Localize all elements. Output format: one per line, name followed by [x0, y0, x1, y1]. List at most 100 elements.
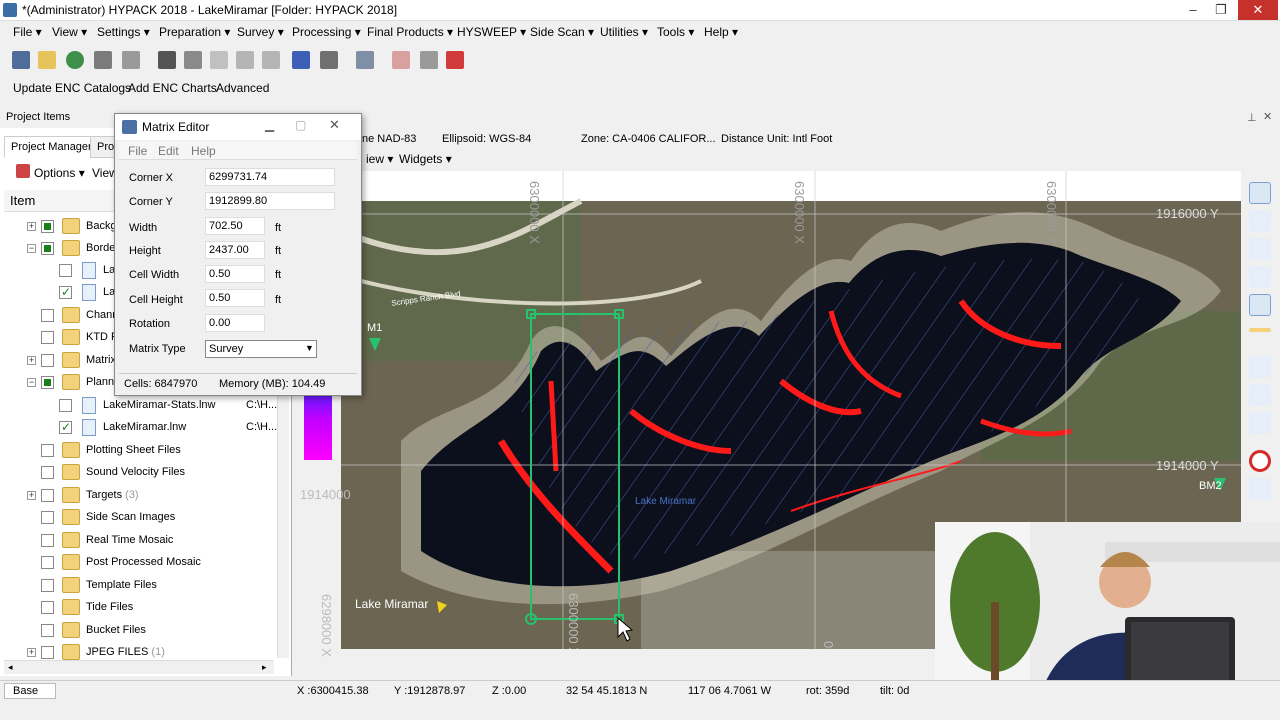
checkbox[interactable]: [41, 242, 54, 255]
menu-tools[interactable]: Tools ▾: [657, 25, 694, 39]
map-view-menu[interactable]: iew ▾: [366, 152, 393, 166]
menu-final-products[interactable]: Final Products ▾: [367, 25, 453, 39]
select-icon[interactable]: [1249, 266, 1271, 288]
menu-utilities[interactable]: Utilities ▾: [600, 25, 648, 39]
add-enc-charts-button[interactable]: Add ENC Charts: [128, 81, 217, 95]
tree-row-side-scan-images[interactable]: Side Scan Images: [0, 507, 288, 529]
checkbox[interactable]: [41, 556, 54, 569]
measure-icon[interactable]: [1249, 328, 1271, 332]
tree-horizontal-scrollbar[interactable]: ◂ ▸: [4, 660, 274, 674]
corner-y-input[interactable]: [205, 192, 335, 210]
tree-row-post-processed-mosaic[interactable]: Post Processed Mosaic: [0, 552, 288, 574]
menu-help[interactable]: Help ▾: [704, 25, 738, 39]
checkbox[interactable]: [41, 646, 54, 659]
tree-row-real-time-mosaic[interactable]: Real Time Mosaic: [0, 530, 288, 552]
pan-hand-icon[interactable]: [1249, 238, 1271, 260]
matrix-icon[interactable]: [292, 51, 310, 69]
sheets-icon[interactable]: [262, 51, 280, 69]
zoom-in-icon[interactable]: [1249, 210, 1271, 232]
expand-icon[interactable]: +: [27, 491, 36, 500]
edit-pen-icon[interactable]: [1249, 478, 1271, 500]
close-icon[interactable]: ✕: [329, 117, 340, 133]
cell-width-input[interactable]: [205, 265, 265, 283]
tree-row-template-files[interactable]: Template Files: [0, 575, 288, 597]
checkbox[interactable]: [59, 420, 72, 434]
menu-survey[interactable]: Survey ▾: [237, 25, 284, 39]
menu-settings[interactable]: Settings ▾: [97, 25, 150, 39]
scroll-right-icon[interactable]: ▸: [262, 662, 267, 673]
book-icon[interactable]: [236, 51, 254, 69]
tree-row-bucket-files[interactable]: Bucket Files: [0, 620, 288, 642]
tree-row-lnw[interactable]: LakeMiramar.lnw C:\H...: [0, 417, 288, 439]
checkbox[interactable]: [41, 220, 54, 233]
me-menu-help[interactable]: Help: [191, 144, 216, 158]
checkbox[interactable]: [41, 444, 54, 457]
menu-hysweep[interactable]: HYSWEEP ▾: [457, 25, 526, 39]
panel-close-icon[interactable]: ✕: [1263, 110, 1272, 123]
cell-height-input[interactable]: [205, 289, 265, 307]
checkbox[interactable]: [41, 511, 54, 524]
matrix-editor-titlebar[interactable]: Matrix Editor ▁ ▢ ✕: [115, 114, 361, 140]
update-enc-catalogs-button[interactable]: Update ENC Catalogs: [13, 81, 131, 95]
network-icon[interactable]: [356, 51, 374, 69]
rotate-icon[interactable]: [1249, 384, 1271, 406]
open-folder-icon[interactable]: [38, 51, 56, 69]
menu-view[interactable]: View ▾: [52, 25, 87, 39]
cut-icon[interactable]: [210, 51, 228, 69]
pen-icon[interactable]: [158, 51, 176, 69]
checkbox[interactable]: [59, 399, 72, 412]
width-input[interactable]: [205, 217, 265, 235]
pointer-icon[interactable]: [1249, 294, 1271, 316]
maximize-icon[interactable]: ▢: [295, 118, 306, 132]
corner-x-input[interactable]: [205, 168, 335, 186]
checkbox[interactable]: [41, 466, 54, 479]
height-input[interactable]: [205, 241, 265, 259]
tree-row-targets[interactable]: + Targets (3): [0, 485, 288, 507]
minimize-icon[interactable]: ▁: [265, 118, 274, 132]
checkbox[interactable]: [41, 331, 54, 344]
warning-icon[interactable]: [446, 51, 464, 69]
menu-file[interactable]: File ▾: [13, 25, 42, 39]
mail-icon[interactable]: [392, 51, 410, 69]
checkbox[interactable]: [59, 264, 72, 277]
save-icon[interactable]: [12, 51, 30, 69]
checkbox[interactable]: [41, 489, 54, 502]
widgets-menu[interactable]: Widgets ▾: [399, 152, 452, 166]
collapse-icon[interactable]: −: [27, 378, 36, 387]
tree-row-tide-files[interactable]: Tide Files: [0, 597, 288, 619]
tree-row-plotting-sheet[interactable]: Plotting Sheet Files: [0, 440, 288, 462]
rotation-input[interactable]: [205, 314, 265, 332]
options-menu[interactable]: Options ▾: [34, 166, 85, 180]
checkbox[interactable]: [59, 285, 72, 299]
checkbox[interactable]: [41, 309, 54, 322]
printer-icon[interactable]: [420, 51, 438, 69]
checkbox[interactable]: [41, 579, 54, 592]
advanced-button[interactable]: Advanced: [216, 81, 269, 95]
checkbox[interactable]: [41, 624, 54, 637]
tree-row-sound-velocity[interactable]: Sound Velocity Files: [0, 462, 288, 484]
pin-icon[interactable]: ⊥: [1247, 111, 1257, 124]
waypoint-icon[interactable]: [1249, 412, 1271, 434]
checkbox[interactable]: [41, 534, 54, 547]
menu-preparation[interactable]: Preparation ▾: [159, 25, 230, 39]
maximize-icon[interactable]: ❐: [1206, 0, 1236, 20]
base-tab[interactable]: Base: [4, 683, 56, 699]
checkbox[interactable]: [41, 354, 54, 367]
tab-project-manager[interactable]: Project Manager: [4, 136, 99, 158]
matrix-type-select[interactable]: Survey ▼: [205, 340, 317, 358]
close-icon[interactable]: ✕: [1238, 0, 1278, 20]
sweep-icon[interactable]: [184, 51, 202, 69]
menu-side-scan[interactable]: Side Scan ▾: [530, 25, 594, 39]
expand-icon[interactable]: +: [27, 648, 36, 657]
zoom-extents-icon[interactable]: [1249, 182, 1271, 204]
scroll-left-icon[interactable]: ◂: [8, 662, 13, 673]
edit-icon[interactable]: [122, 51, 140, 69]
expand-icon[interactable]: +: [27, 356, 36, 365]
me-menu-edit[interactable]: Edit: [158, 144, 179, 158]
collapse-icon[interactable]: −: [27, 244, 36, 253]
menu-processing[interactable]: Processing ▾: [292, 25, 361, 39]
tools-icon[interactable]: [94, 51, 112, 69]
minimize-icon[interactable]: –: [1178, 0, 1208, 20]
north-up-icon[interactable]: [1249, 356, 1271, 378]
tree-row-lnw-stats[interactable]: LakeMiramar-Stats.lnw C:\H...: [0, 395, 288, 417]
